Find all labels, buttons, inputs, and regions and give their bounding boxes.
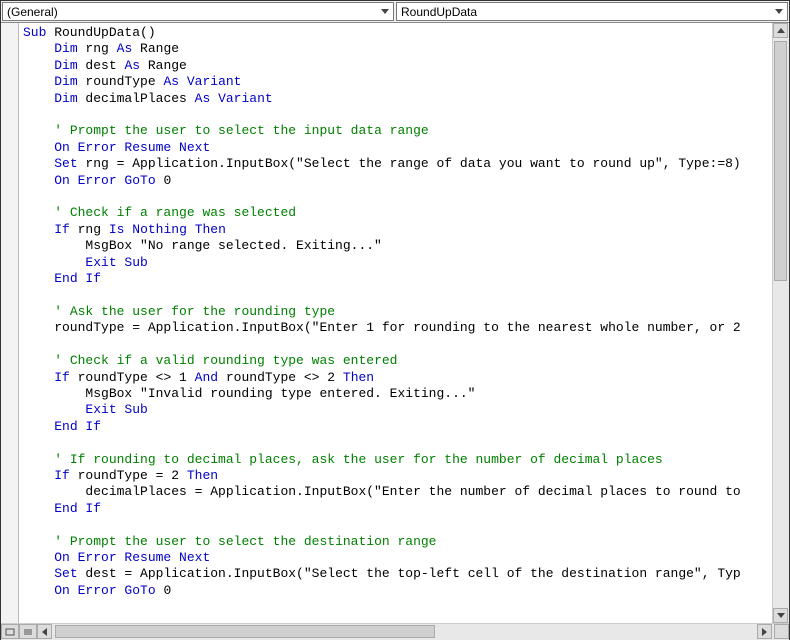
procedure-selector-bar: (General) RoundUpData — [1, 1, 789, 23]
procedure-view-icon — [5, 628, 15, 636]
scroll-down-arrow-icon[interactable] — [773, 608, 788, 623]
size-grip-icon — [774, 624, 789, 639]
scroll-right-arrow-icon[interactable] — [757, 624, 772, 639]
horizontal-scroll-thumb[interactable] — [55, 625, 435, 638]
code-text[interactable]: Sub RoundUpData() Dim rng As Range Dim d… — [19, 23, 772, 601]
object-dropdown-value: (General) — [7, 5, 58, 19]
code-viewport[interactable]: Sub RoundUpData() Dim rng As Range Dim d… — [19, 23, 772, 623]
full-module-view-icon — [23, 628, 33, 636]
procedure-dropdown[interactable]: RoundUpData — [396, 2, 788, 21]
chevron-down-icon — [775, 9, 783, 14]
chevron-down-icon — [381, 9, 389, 14]
procedure-view-button[interactable] — [1, 624, 19, 639]
scroll-up-arrow-icon[interactable] — [773, 23, 788, 38]
bottom-bar — [1, 623, 789, 640]
full-module-view-button[interactable] — [19, 624, 37, 639]
margin-indicator-bar — [1, 23, 19, 623]
vertical-scrollbar[interactable] — [772, 23, 789, 623]
code-editor: Sub RoundUpData() Dim rng As Range Dim d… — [1, 23, 789, 623]
procedure-dropdown-value: RoundUpData — [401, 5, 477, 19]
view-mode-buttons — [1, 624, 37, 640]
object-dropdown[interactable]: (General) — [2, 2, 394, 21]
vertical-scroll-thumb[interactable] — [774, 41, 787, 281]
scroll-left-arrow-icon[interactable] — [37, 624, 52, 639]
horizontal-scrollbar[interactable] — [37, 624, 789, 640]
